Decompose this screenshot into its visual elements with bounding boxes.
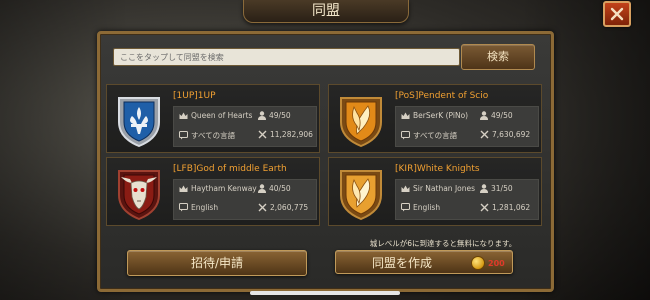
member-icon bbox=[480, 184, 488, 193]
language-row: English bbox=[179, 203, 218, 212]
language-value: すべての言語 bbox=[413, 131, 458, 140]
alliance-name: [1UP]1UP bbox=[173, 91, 216, 101]
search-input[interactable] bbox=[113, 48, 460, 66]
power-value: 7,630,692 bbox=[492, 130, 531, 139]
members-row: 31/50 bbox=[480, 184, 513, 193]
alliance-card-1[interactable]: [1UP]1UP Queen of Hearts 49/50 すべての言語 11… bbox=[106, 84, 320, 153]
leader-name: Queen of Hearts bbox=[191, 111, 253, 120]
search-button[interactable]: 検索 bbox=[461, 44, 535, 70]
member-count: 40/50 bbox=[269, 184, 291, 193]
member-icon bbox=[480, 111, 488, 120]
alliance-name: [PoS]Pendent of Scio bbox=[395, 91, 489, 101]
swords-icon bbox=[480, 130, 489, 139]
member-icon bbox=[258, 111, 266, 120]
language-icon bbox=[179, 131, 188, 140]
free-creation-note: 城レベルが6に到達すると無料になります。 bbox=[369, 239, 517, 248]
blue-fleur-de-lis-shield-emblem bbox=[118, 97, 160, 148]
language-icon bbox=[401, 203, 410, 212]
crown-icon bbox=[179, 185, 188, 193]
leader-row: Haytham Kenway bbox=[179, 184, 257, 193]
alliance-info: Haytham Kenway 40/50 English 2,060,775 bbox=[173, 179, 317, 220]
language-value: English bbox=[413, 203, 441, 212]
home-indicator[interactable] bbox=[250, 291, 400, 295]
member-count: 49/50 bbox=[491, 111, 513, 120]
swords-icon bbox=[258, 203, 267, 212]
leader-row: Sir Nathan Jones bbox=[401, 184, 475, 193]
leader-name: Sir Nathan Jones bbox=[413, 184, 476, 193]
page-title: 同盟 bbox=[243, 0, 409, 23]
power-row: 1,281,062 bbox=[480, 203, 530, 212]
member-icon bbox=[258, 184, 266, 193]
swords-icon bbox=[480, 203, 489, 212]
language-row: すべての言語 bbox=[401, 130, 457, 141]
members-row: 49/50 bbox=[480, 111, 513, 120]
gold-feather-shield-emblem bbox=[340, 170, 382, 221]
power-value: 1,281,062 bbox=[492, 203, 531, 212]
member-count: 49/50 bbox=[269, 111, 291, 120]
leader-row: Queen of Hearts bbox=[179, 111, 252, 120]
language-value: English bbox=[191, 203, 219, 212]
language-row: English bbox=[401, 203, 440, 212]
swords-icon bbox=[258, 130, 267, 139]
language-icon bbox=[179, 203, 188, 212]
crown-icon bbox=[401, 185, 410, 193]
crown-icon bbox=[179, 112, 188, 120]
power-row: 7,630,692 bbox=[480, 130, 530, 139]
alliance-name: [LFB]God of middle Earth bbox=[173, 164, 287, 174]
language-icon bbox=[401, 131, 410, 140]
power-row: 2,060,775 bbox=[258, 203, 308, 212]
alliance-card-3[interactable]: [LFB]God of middle Earth Haytham Kenway … bbox=[106, 157, 320, 226]
power-value: 2,060,775 bbox=[270, 203, 309, 212]
alliance-card-4[interactable]: [KIR]White Knights Sir Nathan Jones 31/5… bbox=[328, 157, 542, 226]
alliance-info: Queen of Hearts 49/50 すべての言語 11,282,906 bbox=[173, 106, 317, 147]
alliance-info: BerSerK (PiNo) 49/50 すべての言語 7,630,692 bbox=[395, 106, 539, 147]
power-row: 11,282,906 bbox=[258, 130, 313, 139]
close-icon bbox=[610, 7, 624, 21]
create-alliance-label: 同盟を作成 bbox=[372, 256, 433, 270]
leader-row: BerSerK (PiNo) bbox=[401, 111, 468, 120]
language-row: すべての言語 bbox=[179, 130, 235, 141]
alliance-card-2[interactable]: [PoS]Pendent of Scio BerSerK (PiNo) 49/5… bbox=[328, 84, 542, 153]
gold-coin-icon bbox=[471, 256, 485, 270]
language-value: すべての言語 bbox=[191, 131, 236, 140]
alliance-name: [KIR]White Knights bbox=[395, 164, 480, 174]
invite-apply-button[interactable]: 招待/申請 bbox=[127, 250, 307, 276]
members-row: 49/50 bbox=[258, 111, 291, 120]
alliance-info: Sir Nathan Jones 31/50 English 1,281,062 bbox=[395, 179, 539, 220]
members-row: 40/50 bbox=[258, 184, 291, 193]
gold-feather-shield-emblem bbox=[340, 97, 382, 148]
create-cost: 200 bbox=[471, 256, 505, 270]
cost-value: 200 bbox=[488, 258, 505, 268]
leader-name: BerSerK (PiNo) bbox=[413, 111, 469, 120]
power-value: 11,282,906 bbox=[270, 130, 313, 139]
red-bull-skull-shield-emblem bbox=[118, 170, 160, 221]
leader-name: Haytham Kenway bbox=[191, 184, 257, 193]
crown-icon bbox=[401, 112, 410, 120]
close-button[interactable] bbox=[603, 1, 631, 27]
member-count: 31/50 bbox=[491, 184, 513, 193]
